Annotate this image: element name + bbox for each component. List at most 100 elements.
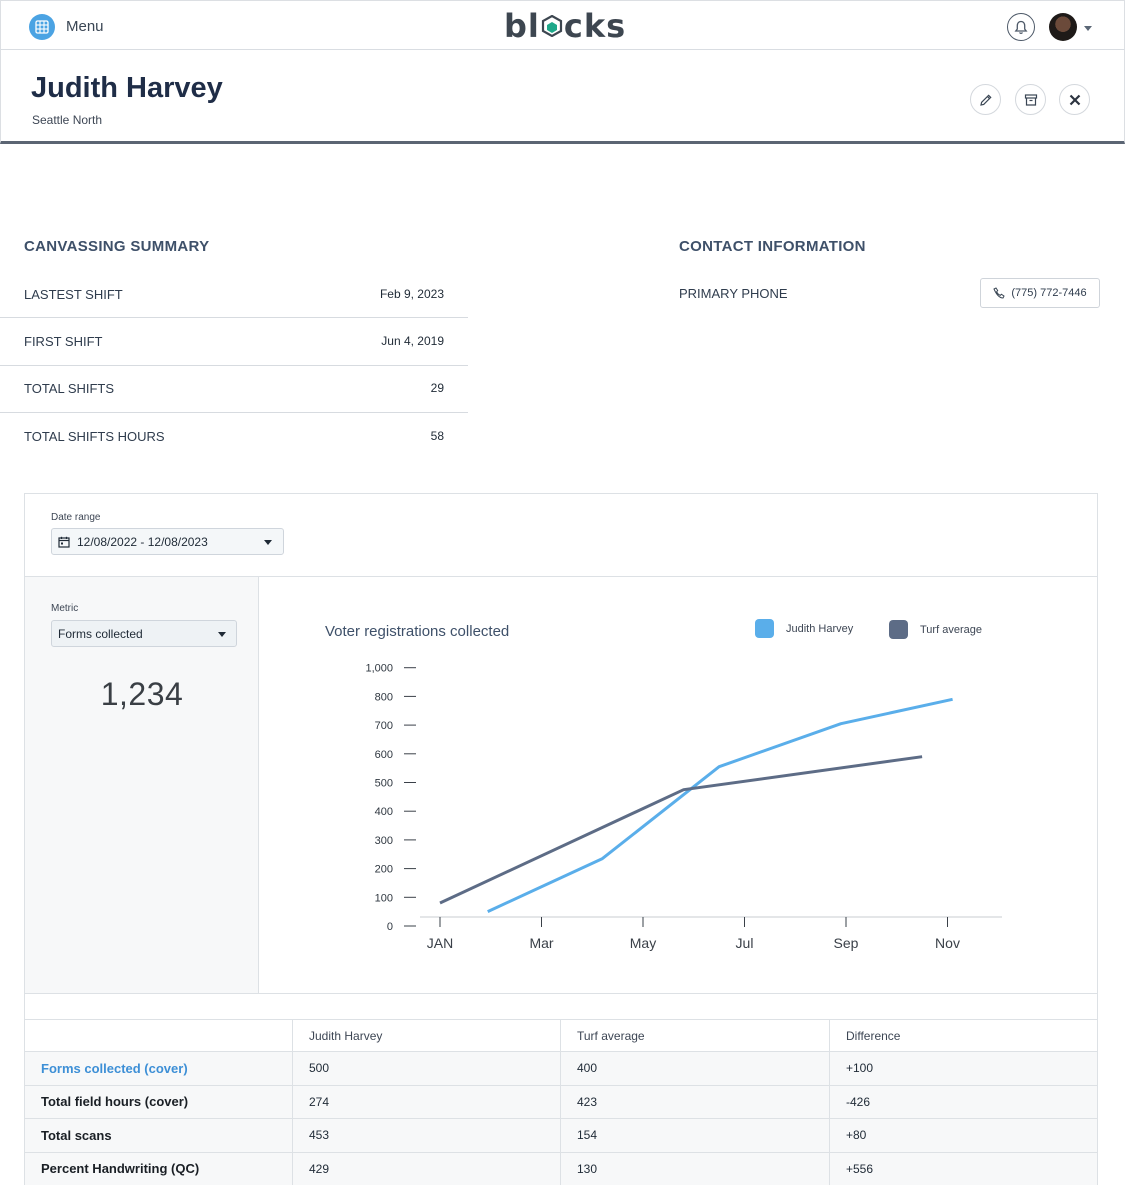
cube-icon xyxy=(541,15,562,37)
table-cell: 154 xyxy=(560,1118,830,1153)
pencil-icon xyxy=(979,93,992,106)
x-tick-label: JAN xyxy=(427,935,453,951)
row-label: Total field hours (cover) xyxy=(24,1084,293,1119)
x-tick-label: May xyxy=(630,935,656,951)
summary-label: TOTAL SHIFTS xyxy=(24,381,115,396)
table-header: Difference xyxy=(829,1019,1098,1052)
table-row: Forms collected (cover) 500 400 +100 xyxy=(24,1051,1098,1086)
grid-icon[interactable] xyxy=(29,14,55,40)
row-label: Total scans xyxy=(24,1118,293,1153)
table-row: Total scans 453 154 +80 xyxy=(24,1118,1098,1153)
chevron-down-icon xyxy=(218,632,226,637)
y-tick-label: 0 xyxy=(387,921,393,933)
menu-label[interactable]: Menu xyxy=(66,18,104,35)
close-button[interactable] xyxy=(1059,84,1090,115)
summary-value: Feb 9, 2023 xyxy=(379,287,444,301)
chart-title: Voter registrations collected xyxy=(325,623,510,640)
divider xyxy=(24,993,1098,994)
table-row: Total field hours (cover) 274 423 -426 xyxy=(24,1084,1098,1119)
archive-button[interactable] xyxy=(1015,84,1046,115)
x-tick-label: Sep xyxy=(834,935,859,951)
date-range-value: 12/08/2022 - 12/08/2023 xyxy=(77,534,208,549)
y-tick-label: 800 xyxy=(375,691,393,703)
calendar-icon xyxy=(58,536,70,548)
summary-value: Jun 4, 2019 xyxy=(381,334,444,348)
row-label-link[interactable]: Forms collected (cover) xyxy=(24,1051,293,1086)
table-cell: -426 xyxy=(829,1084,1098,1119)
date-range-label: Date range xyxy=(51,512,101,523)
table-cell: 400 xyxy=(560,1051,830,1086)
x-tick-label: Jul xyxy=(736,935,754,951)
line-chart: 0 100 200 300 400 500 600 700 800 1,000 JAN Mar May J… xyxy=(365,663,1002,951)
y-tick-label: 600 xyxy=(375,749,393,761)
table-cell: +80 xyxy=(829,1118,1098,1153)
comparison-table: Judith Harvey Turf average Difference Fo… xyxy=(24,1019,1098,1185)
logo-text-prefix: bl xyxy=(504,7,540,45)
x-tick-label: Nov xyxy=(935,935,960,951)
legend-label: Turf average xyxy=(920,623,982,636)
table-header: Judith Harvey xyxy=(292,1019,561,1052)
metric-select[interactable]: Forms collected xyxy=(51,620,237,647)
summary-label: TOTAL SHIFTS HOURS xyxy=(24,429,165,444)
canvassing-summary-title: CANVASSING SUMMARY xyxy=(24,238,210,255)
table-cell: +556 xyxy=(829,1151,1098,1185)
summary-label: LASTEST SHIFT xyxy=(24,287,123,302)
y-tick-label: 300 xyxy=(375,835,393,847)
bell-icon[interactable] xyxy=(1007,13,1035,41)
summary-label: FIRST SHIFT xyxy=(24,334,103,349)
phone-button[interactable]: (775) 772-7446 xyxy=(980,278,1100,308)
y-tick-label: 400 xyxy=(375,806,393,818)
date-range-select[interactable]: 12/08/2022 - 12/08/2023 xyxy=(51,528,284,555)
table-cell: 423 xyxy=(560,1084,830,1119)
table-cell: 429 xyxy=(292,1151,561,1185)
metric-label: Metric xyxy=(51,603,79,614)
summary-row: TOTAL SHIFTS HOURS 58 xyxy=(0,412,468,460)
table-header-row: Judith Harvey Turf average Difference xyxy=(24,1019,1098,1052)
y-tick-label: 100 xyxy=(375,892,393,904)
series-line-turf-average xyxy=(439,755,923,905)
series-line-judith-harvey xyxy=(487,697,953,913)
table-cell: 500 xyxy=(292,1051,561,1086)
table-cell: +100 xyxy=(829,1051,1098,1086)
legend-swatch xyxy=(889,620,908,639)
top-navigation: Menu bl cks xyxy=(0,0,1125,50)
table-header xyxy=(24,1019,293,1052)
primary-phone-label: PRIMARY PHONE xyxy=(679,286,788,301)
y-tick-label: 1,000 xyxy=(365,663,393,675)
table-header: Turf average xyxy=(560,1019,830,1052)
chevron-down-icon xyxy=(264,540,272,545)
summary-value: 58 xyxy=(430,429,444,443)
edit-button[interactable] xyxy=(970,84,1001,115)
blocks-logo[interactable]: bl cks xyxy=(504,7,626,45)
table-cell: 453 xyxy=(292,1118,561,1153)
summary-row: FIRST SHIFT Jun 4, 2019 xyxy=(0,318,468,366)
person-location: Seattle North xyxy=(32,113,103,127)
close-icon xyxy=(1069,94,1080,105)
logo-text-suffix: cks xyxy=(563,7,627,45)
metric-select-value: Forms collected xyxy=(58,626,143,641)
table-row: Percent Handwriting (QC) 429 130 +556 xyxy=(24,1151,1098,1185)
legend-swatch xyxy=(755,619,774,638)
row-label: Percent Handwriting (QC) xyxy=(24,1151,293,1185)
phone-icon xyxy=(993,287,1006,299)
profile-header: Judith Harvey Seattle North xyxy=(0,50,1125,144)
summary-row: TOTAL SHIFTS 29 xyxy=(0,365,468,413)
phone-number: (775) 772-7446 xyxy=(1011,287,1087,299)
table-cell: 130 xyxy=(560,1151,830,1185)
y-tick-label: 700 xyxy=(375,720,393,732)
summary-row: LASTEST SHIFT Feb 9, 2023 xyxy=(0,270,468,318)
y-tick-label: 200 xyxy=(375,864,393,876)
table-cell: 274 xyxy=(292,1084,561,1119)
summary-value: 29 xyxy=(430,381,444,395)
metric-total: 1,234 xyxy=(100,676,184,712)
contact-information-title: CONTACT INFORMATION xyxy=(679,238,866,255)
y-tick-label: 500 xyxy=(375,778,393,790)
legend-label: Judith Harvey xyxy=(786,622,854,635)
x-tick-label: Mar xyxy=(529,935,553,951)
legend-item-judith: Judith Harvey xyxy=(755,619,853,638)
legend-item-turf: Turf average xyxy=(889,620,982,639)
avatar[interactable] xyxy=(1049,13,1077,41)
archive-icon xyxy=(1024,93,1037,106)
chevron-down-icon[interactable] xyxy=(1084,26,1092,31)
page-title: Judith Harvey xyxy=(31,72,223,104)
